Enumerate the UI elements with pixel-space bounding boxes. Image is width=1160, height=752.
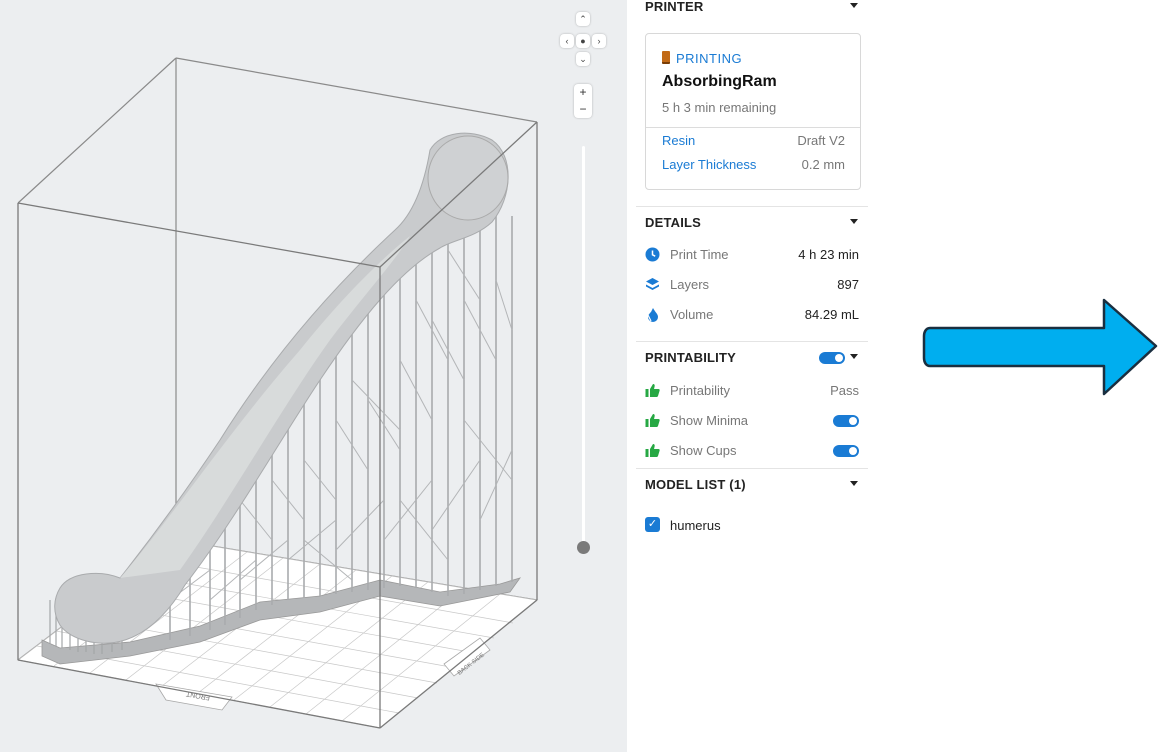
printability-toggle[interactable] [819,352,845,364]
chevron-down-icon[interactable] [850,481,858,486]
pan-up-button[interactable]: ⌃ [576,12,590,26]
zoom-out-button[interactable]: − [574,101,592,118]
volume-value: 84.29 mL [804,307,859,322]
print-preview-scene[interactable]: FRONT BACK SIDE [0,0,627,752]
zoom-in-button[interactable]: + [574,84,592,101]
pan-right-button[interactable]: › [592,34,606,48]
show-cups-toggle[interactable] [833,445,859,457]
layer-slider-thumb[interactable] [577,541,590,554]
volume-label: Volume [670,307,714,322]
printer-card[interactable]: PRINTING AbsorbingRam 5 h 3 min remainin… [645,33,861,190]
arrow-right-icon [922,298,1158,396]
chevron-down-icon[interactable] [850,354,858,359]
view-eye-icon[interactable]: ● [576,34,590,48]
thumbs-up-icon [645,444,660,457]
3d-viewport[interactable]: FRONT BACK SIDE ⌃ ‹ ● › ⌄ + − [0,0,627,752]
show-minima-toggle[interactable] [833,415,859,427]
layer-thickness-row: Layer Thickness 0.2 mm [662,157,845,172]
chevron-down-icon[interactable] [850,3,858,8]
thumbs-up-icon [645,384,660,397]
camera-nav-pad: ⌃ ‹ ● › ⌄ [558,12,608,66]
model-list-item[interactable]: humerus [670,518,721,533]
resin-row: Resin Draft V2 [662,133,845,148]
print-time-label: Print Time [670,247,729,262]
right-panel: PRINTER PRINTING AbsorbingRam 5 h 3 min … [636,0,868,752]
layers-label: Layers [670,277,710,292]
layer-thickness-label[interactable]: Layer Thickness [662,157,756,172]
show-cups-label: Show Cups [670,443,737,458]
layer-slider-track[interactable] [582,146,585,548]
printability-section-title: PRINTABILITY [645,350,736,365]
show-minima-label: Show Minima [670,413,749,428]
details-section-title: DETAILS [645,215,702,230]
volume-row: Volume 84.29 mL [645,306,859,324]
print-time-value: 4 h 23 min [798,247,859,262]
humerus-head [427,135,509,221]
print-time-row: Print Time 4 h 23 min [645,246,859,264]
printability-label: Printability [670,383,730,398]
humerus-shading [120,236,410,578]
thumbs-up-icon [645,414,660,427]
show-cups-row: Show Cups [645,442,859,460]
printer-section-title: PRINTER [645,0,704,14]
resin-value: Draft V2 [797,133,845,148]
pan-down-button[interactable]: ⌄ [576,52,590,66]
model-checkbox[interactable]: ✓ [645,517,660,532]
card-divider [646,127,860,128]
volume-icon [646,308,658,322]
layer-thickness-value: 0.2 mm [801,157,845,172]
details-section-header[interactable]: DETAILS [636,206,868,238]
resin-tank-icon [662,51,670,64]
show-minima-row: Show Minima [645,412,859,430]
printability-section-header[interactable]: PRINTABILITY [636,341,868,373]
printer-section-header[interactable]: PRINTER [636,0,868,22]
pan-left-button[interactable]: ‹ [560,34,574,48]
printability-row: Printability Pass [645,382,859,400]
layers-icon [646,278,659,290]
layers-value: 897 [837,277,859,292]
remaining-time: 5 h 3 min remaining [662,100,777,115]
model-list-section-header[interactable]: MODEL LIST (1) [636,468,868,500]
resin-label[interactable]: Resin [662,133,695,148]
clock-icon [645,247,660,262]
printer-status: PRINTING [662,50,742,66]
printer-name: AbsorbingRam [662,73,777,90]
layers-row: Layers 897 [645,276,859,294]
model-list-section-title: MODEL LIST (1) [645,477,746,492]
printability-value: Pass [830,383,859,398]
zoom-controls: + − [574,84,592,118]
printer-status-text: PRINTING [676,51,743,66]
chevron-down-icon[interactable] [850,219,858,224]
